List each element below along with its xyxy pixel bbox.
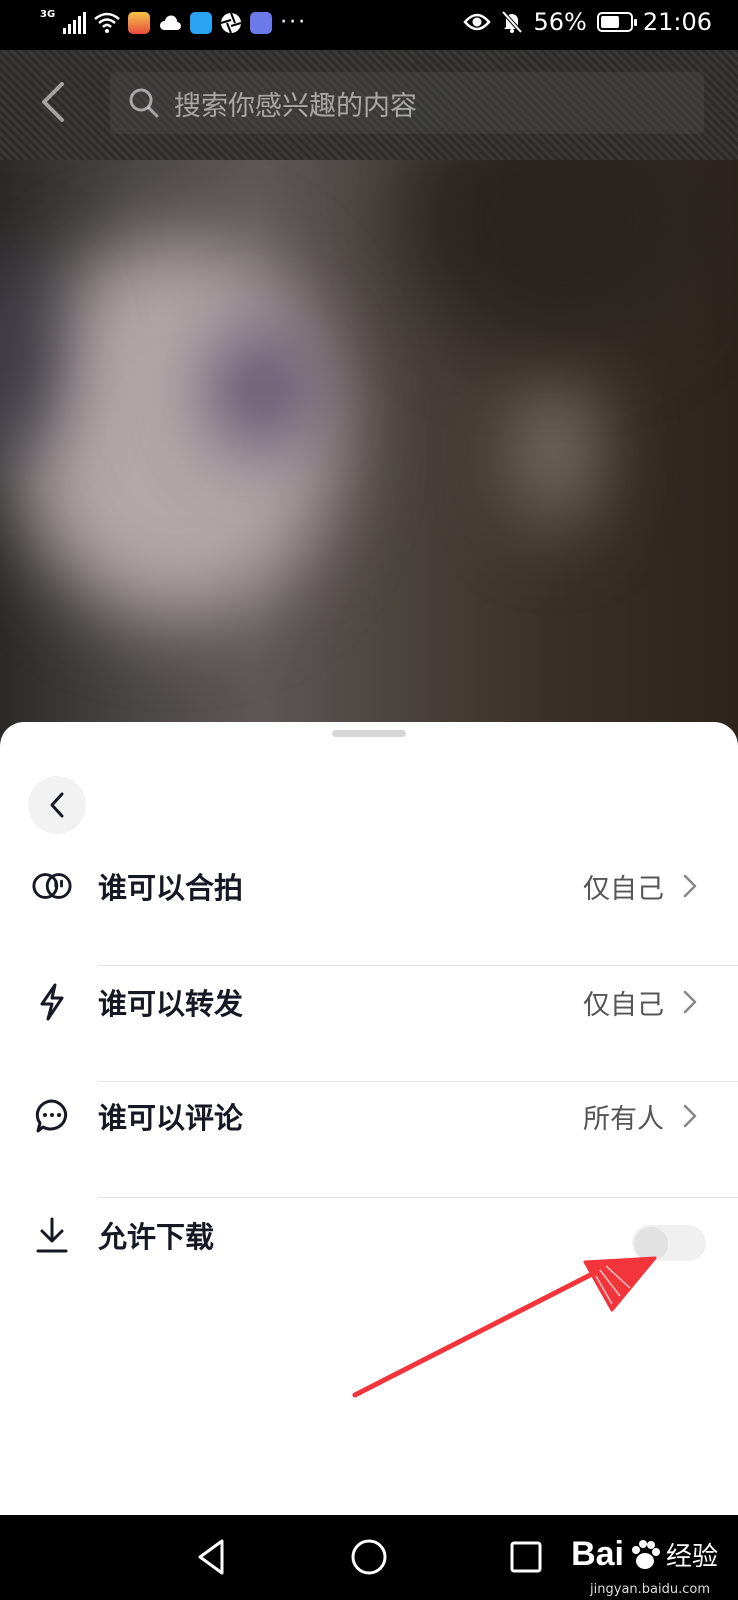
watermark-url: jingyan.baidu.com <box>590 1582 710 1597</box>
duet-icon <box>32 866 72 906</box>
toggle-knob <box>634 1227 668 1261</box>
row-who-can-comment[interactable]: 谁可以评论 所有人 <box>0 1058 738 1174</box>
row-label: 谁可以合拍 <box>98 871 244 905</box>
baidu-watermark: Bai 经验 <box>571 1535 718 1574</box>
row-value: 仅自己 <box>583 989 664 1021</box>
row-label: 允许下载 <box>98 1220 215 1254</box>
more-notifications: ··· <box>280 10 308 35</box>
privacy-settings-sheet: 谁可以合拍 仅自己 谁可以转发 仅自己 谁可以评论 所有人 允许下载 <box>0 722 738 1515</box>
lightning-icon <box>32 982 72 1022</box>
watermark-logo: Bai <box>571 1535 624 1573</box>
chevron-left-icon <box>50 792 64 818</box>
app-notification-icon <box>128 11 151 34</box>
cloud-icon <box>160 14 182 30</box>
eye-icon <box>463 13 492 31</box>
status-bar: 3G ··· 56% 21:06 <box>0 0 738 50</box>
search-icon <box>129 88 159 118</box>
row-value: 所有人 <box>583 1103 664 1135</box>
row-who-can-share[interactable]: 谁可以转发 仅自己 <box>0 944 738 1060</box>
nav-recents-icon[interactable] <box>504 1535 548 1579</box>
row-allow-download: 允许下载 <box>0 1177 738 1293</box>
search-input[interactable]: 搜索你感兴趣的内容 <box>110 72 704 134</box>
allow-download-toggle[interactable] <box>632 1225 706 1261</box>
sheet-back-button[interactable] <box>28 776 86 834</box>
battery-icon <box>596 12 637 32</box>
row-label: 谁可以转发 <box>98 987 244 1021</box>
back-arrow-icon[interactable] <box>34 78 74 126</box>
search-header: 搜索你感兴趣的内容 <box>0 50 738 160</box>
chevron-right-icon <box>683 1104 697 1128</box>
nav-back-icon[interactable] <box>190 1535 234 1579</box>
signal-icon <box>63 11 87 34</box>
network-type: 3G <box>40 9 56 20</box>
wifi-icon <box>94 12 120 33</box>
comment-icon <box>32 1096 72 1136</box>
sheet-drag-handle[interactable] <box>332 730 406 737</box>
chevron-right-icon <box>683 990 697 1014</box>
download-icon <box>32 1215 72 1255</box>
aperture-icon <box>220 12 242 33</box>
system-nav-bar: Bai 经验 jingyan.baidu.com <box>0 1515 738 1600</box>
row-who-can-duet[interactable]: 谁可以合拍 仅自己 <box>0 828 738 944</box>
nav-home-icon[interactable] <box>347 1535 391 1579</box>
row-label: 谁可以评论 <box>98 1101 244 1135</box>
clock: 21:06 <box>642 8 712 36</box>
mute-bell-icon <box>501 10 523 34</box>
paw-icon <box>631 1539 660 1569</box>
watermark-suffix: 经验 <box>665 1542 718 1572</box>
battery-percent: 56% <box>533 8 587 36</box>
row-value: 仅自己 <box>583 873 664 905</box>
music-app-icon <box>250 11 273 34</box>
search-placeholder: 搜索你感兴趣的内容 <box>174 90 417 122</box>
search-app-icon <box>190 11 213 34</box>
chevron-right-icon <box>683 874 697 898</box>
